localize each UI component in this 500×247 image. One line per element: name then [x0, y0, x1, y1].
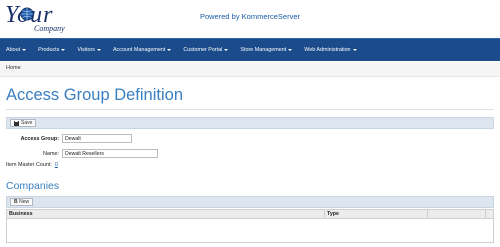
companies-section-title: Companies	[6, 180, 60, 192]
caret-down-icon	[22, 49, 27, 51]
top-navbar: About Products Visitors Account Manageme…	[0, 38, 500, 61]
column-header-extra	[428, 210, 486, 218]
new-record-icon: B	[14, 199, 18, 205]
caret-down-icon	[352, 49, 357, 51]
access-group-field[interactable]: Dewalt	[62, 134, 132, 143]
companies-grid: Business Type	[6, 209, 494, 243]
nav-item-label: About	[6, 47, 21, 53]
new-company-button[interactable]: B New	[10, 198, 34, 206]
nav-item-web-administration[interactable]: Web Administration	[298, 39, 362, 61]
save-button[interactable]: Save	[10, 119, 37, 127]
nav-item-store-management[interactable]: Store Management	[234, 39, 298, 61]
caret-down-icon	[224, 49, 229, 51]
floppy-disk-icon	[14, 120, 19, 126]
item-master-count-row: Item Master Count: 0	[6, 162, 58, 168]
name-field[interactable]: Dewalt Resellers	[62, 149, 158, 158]
name-label: Name:	[43, 150, 59, 157]
caret-down-icon	[167, 49, 172, 51]
item-master-count-link[interactable]: 0	[55, 162, 58, 168]
breadcrumb: Home	[0, 62, 500, 77]
nav-menu: About Products Visitors Account Manageme…	[0, 39, 363, 61]
nav-item-label: Account Management	[112, 47, 166, 53]
page-title: Access Group Definition	[6, 86, 183, 104]
access-group-row: Access Group: Dewalt	[6, 134, 132, 143]
nav-item-label: Customer Portal	[183, 47, 223, 53]
nav-item-label: Store Management	[240, 47, 287, 53]
nav-item-account-management[interactable]: Account Management	[107, 39, 177, 61]
new-button-label: New	[19, 199, 30, 205]
nav-item-label: Web Administration	[304, 47, 351, 53]
nav-item-products[interactable]: Products	[32, 39, 71, 61]
powered-by-text: Powered by KommerceServer	[199, 12, 301, 21]
companies-toolbar: B New	[6, 196, 494, 208]
breadcrumb-home-link[interactable]: Home	[6, 65, 21, 71]
access-group-label: Access Group:	[20, 135, 59, 142]
save-button-label: Save	[21, 120, 33, 126]
nav-item-customer-portal[interactable]: Customer Portal	[177, 39, 234, 61]
column-header-type[interactable]: Type	[325, 210, 428, 218]
column-header-extra	[486, 210, 493, 218]
nav-item-visitors[interactable]: Visitors	[71, 39, 107, 61]
nav-item-about[interactable]: About	[0, 39, 32, 61]
nav-item-label: Products	[38, 47, 60, 53]
grid-header: Business Type	[7, 210, 493, 219]
logo-subtext: Company	[34, 24, 65, 33]
nav-item-label: Visitors	[77, 47, 95, 53]
caret-down-icon	[288, 49, 293, 51]
caret-down-icon	[61, 49, 66, 51]
column-header-business[interactable]: Business	[7, 210, 325, 218]
form-toolbar: Save	[6, 117, 494, 129]
caret-down-icon	[96, 49, 101, 51]
name-row: Name: Dewalt Resellers	[6, 149, 158, 158]
item-master-count-label: Item Master Count:	[6, 162, 52, 168]
header: Your Company Powered by KommerceServer	[0, 0, 500, 38]
title-divider	[6, 109, 494, 110]
